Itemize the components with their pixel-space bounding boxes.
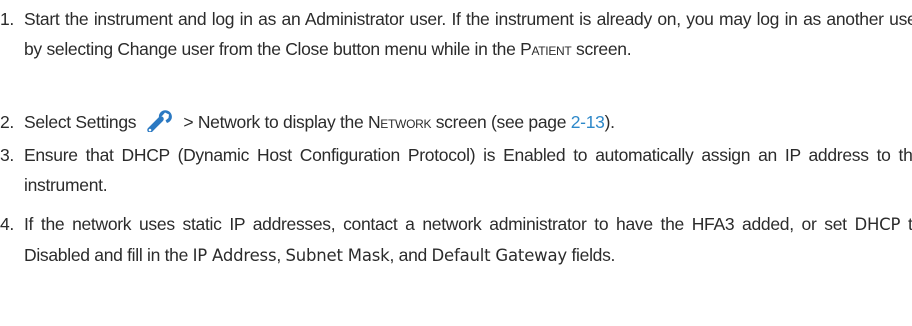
- screen-name: Patient: [520, 39, 572, 59]
- step-text: Select Settings: [24, 112, 137, 132]
- step-text: screen (see page: [431, 112, 571, 132]
- step-text: If the network uses static IP addresses,…: [24, 214, 855, 234]
- step-text: screen.: [571, 39, 632, 59]
- step-1: 1. Start the instrument and log in as an…: [0, 4, 912, 64]
- ui-term-default-gateway: Default Gateway: [431, 246, 568, 265]
- step-2: 2. Select Settings > Network to display …: [0, 107, 912, 137]
- step-4: 4. If the network uses static IP address…: [0, 209, 912, 271]
- screen-name: Network: [367, 112, 432, 132]
- step-number: 1.: [0, 9, 14, 29]
- step-text: Start the instrument and log in as an Ad…: [24, 9, 912, 59]
- step-3: 3. Ensure that DHCP (Dynamic Host Config…: [0, 140, 912, 200]
- document-page: 1. Start the instrument and log in as an…: [0, 0, 912, 326]
- step-text: fields.: [566, 245, 616, 265]
- step-text: > Network to display the: [178, 112, 368, 132]
- ui-term-ip-address: IP Address: [192, 246, 277, 265]
- step-number: 2.: [0, 112, 14, 132]
- step-number: 4.: [0, 214, 14, 234]
- step-text: , and: [389, 245, 432, 265]
- step-text: ).: [604, 112, 615, 132]
- wrench-icon: [145, 108, 175, 133]
- step-number: 3.: [0, 145, 14, 165]
- ui-term-subnet-mask: Subnet Mask: [285, 246, 390, 265]
- ui-term-dhcp: DHCP: [854, 215, 901, 234]
- step-text: Ensure that DHCP (Dynamic Host Configura…: [24, 145, 912, 195]
- page-reference-link[interactable]: 2-13: [571, 112, 605, 132]
